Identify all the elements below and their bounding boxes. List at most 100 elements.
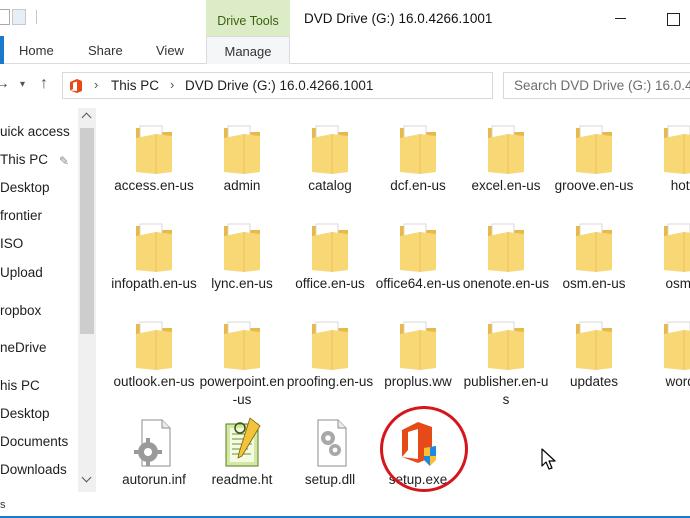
folder-icon [572, 122, 616, 176]
notepad-file-icon [220, 416, 264, 470]
contextual-tab-label: Drive Tools [217, 14, 279, 28]
nav-item-documents[interactable]: Documents [0, 434, 68, 449]
file-item-label: access.en-us [114, 178, 194, 193]
tab-view[interactable]: View [156, 43, 184, 58]
folder-icon [484, 318, 528, 372]
search-placeholder: Search DVD Drive (G:) 16.0.42 [514, 78, 690, 93]
tab-home[interactable]: Home [19, 43, 54, 58]
nav-item-this-pc-pinned[interactable]: This PC [0, 152, 48, 167]
folder-icon [308, 318, 352, 372]
file-item-label: excel.en-us [471, 178, 541, 193]
nav-item-upload[interactable]: Upload [0, 265, 43, 280]
folder-icon [132, 318, 176, 372]
file-item[interactable]: osm.en-us [550, 220, 638, 318]
tab-share[interactable]: Share [88, 43, 123, 58]
file-item-label: setup.dll [304, 472, 356, 487]
file-item[interactable]: infopath.en-us [110, 220, 198, 318]
file-item[interactable]: updates [550, 318, 638, 416]
folder-icon [308, 122, 352, 176]
up-arrow-icon[interactable]: ↑ [40, 75, 48, 93]
file-item[interactable]: onenote.en-us [462, 220, 550, 318]
file-item[interactable]: catalog [286, 122, 374, 220]
nav-item-downloads[interactable]: Downloads [0, 462, 67, 477]
file-item-label: readme.ht [211, 472, 273, 487]
breadcrumb-separator-icon[interactable]: › [94, 77, 98, 92]
qat-divider [36, 10, 37, 24]
file-item[interactable]: dcf.en-us [374, 122, 462, 220]
pin-icon: ✎ [59, 154, 70, 168]
nav-item-desktop-quick[interactable]: Desktop [0, 180, 50, 195]
file-item[interactable]: publisher.en-us [462, 318, 550, 416]
file-item-label: admin [223, 178, 261, 193]
nav-item-dropbox[interactable]: ropbox [0, 303, 41, 318]
search-input[interactable]: Search DVD Drive (G:) 16.0.42 [503, 72, 690, 99]
tab-manage[interactable]: Manage [206, 36, 290, 65]
file-item[interactable]: office.en-us [286, 220, 374, 318]
file-item[interactable]: proplus.ww [374, 318, 462, 416]
minimize-button[interactable] [598, 6, 644, 32]
nav-item-quick-access[interactable]: uick access [0, 124, 70, 139]
tab-manage-label: Manage [224, 44, 272, 59]
office-drive-icon [70, 79, 82, 93]
file-item[interactable]: word. [638, 318, 690, 416]
breadcrumb-dvd-drive[interactable]: DVD Drive (G:) 16.0.4266.1001 [185, 78, 373, 93]
folder-icon [396, 122, 440, 176]
file-item[interactable]: osmu [638, 220, 690, 318]
file-item-label: lync.en-us [211, 276, 273, 291]
address-bar[interactable]: › This PC › DVD Drive (G:) 16.0.4266.100… [62, 72, 542, 99]
maximize-button[interactable] [646, 6, 690, 32]
file-item-label: office.en-us [295, 276, 365, 291]
properties-icon[interactable] [0, 9, 10, 25]
file-item-label: updates [569, 374, 619, 389]
folder-icon [396, 220, 440, 274]
folder-icon [132, 122, 176, 176]
nav-item-desktop[interactable]: Desktop [0, 406, 50, 421]
folder-icon [660, 318, 690, 372]
forward-arrow-icon[interactable]: → [0, 75, 10, 93]
highlight-circle [380, 406, 468, 492]
folder-icon [396, 318, 440, 372]
file-item-label: groove.en-us [554, 178, 634, 193]
nav-scrollbar[interactable] [78, 108, 96, 492]
settings-file-icon [132, 416, 176, 470]
file-item[interactable]: groove.en-us [550, 122, 638, 220]
folder-icon [484, 220, 528, 274]
nav-item-onedrive[interactable]: neDrive [0, 340, 47, 355]
file-item[interactable]: admin [198, 122, 286, 220]
file-item-label: proplus.ww [384, 374, 452, 389]
breadcrumb-separator-icon[interactable]: › [170, 77, 174, 92]
file-item[interactable]: office64.en-us [374, 220, 462, 318]
folder-icon [220, 220, 264, 274]
scroll-thumb[interactable] [80, 128, 94, 334]
folder-icon [220, 318, 264, 372]
file-item-label: publisher.en-us [463, 374, 549, 407]
nav-item-frontier[interactable]: frontier [0, 208, 42, 223]
file-item[interactable]: setup.dll [286, 416, 374, 514]
file-tab[interactable] [0, 36, 4, 64]
new-folder-icon[interactable] [12, 9, 26, 25]
file-item-label: office64.en-us [375, 276, 461, 291]
folder-icon [572, 318, 616, 372]
file-item[interactable]: lync.en-us [198, 220, 286, 318]
file-item[interactable]: proofing.en-us [286, 318, 374, 416]
recent-locations-chevron-icon[interactable]: ▾ [20, 79, 25, 90]
nav-item-iso[interactable]: ISO [0, 236, 23, 251]
breadcrumb-this-pc[interactable]: This PC [111, 78, 159, 93]
file-item[interactable]: autorun.inf [110, 416, 198, 514]
ribbon-tabs: Home Share View Manage [0, 36, 690, 65]
address-row: → ▾ ↑ › This PC › DVD Drive (G:) 16.0.42… [0, 64, 690, 108]
file-item[interactable]: excel.en-us [462, 122, 550, 220]
file-item[interactable]: access.en-us [110, 122, 198, 220]
title-bar: Drive Tools DVD Drive (G:) 16.0.4266.100… [0, 0, 690, 36]
file-item-label: proofing.en-us [286, 374, 374, 389]
file-item[interactable]: hotf [638, 122, 690, 220]
file-item-label: hotf [670, 178, 690, 193]
nav-item-this-pc[interactable]: his PC [0, 378, 40, 393]
file-item[interactable]: readme.ht [198, 416, 286, 514]
scroll-down-button[interactable] [78, 472, 96, 486]
navigation-pane: uick access This PC ✎ Desktop frontier I… [0, 108, 96, 518]
file-item[interactable]: outlook.en-us [110, 318, 198, 416]
file-item-label: word. [665, 374, 690, 389]
file-item[interactable]: powerpoint.en-us [198, 318, 286, 416]
scroll-up-button[interactable] [78, 110, 96, 124]
